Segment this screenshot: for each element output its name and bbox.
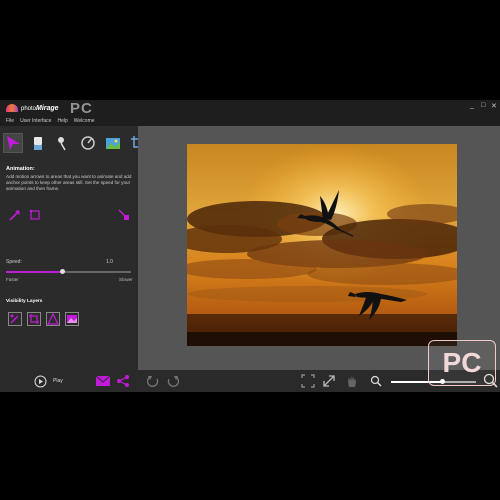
- image-layer-toggle[interactable]: [65, 312, 79, 326]
- share-button[interactable]: [116, 374, 130, 388]
- eraser-tool-icon: [34, 137, 42, 150]
- watermark-top: PC: [70, 100, 93, 117]
- logo-mark-icon: [6, 104, 18, 112]
- speed-slider[interactable]: [6, 269, 131, 274]
- play-button[interactable]: [34, 375, 47, 388]
- tool-row: [3, 133, 147, 153]
- menu-welcome[interactable]: Welcome: [74, 116, 95, 126]
- crop-layer-toggle[interactable]: [27, 312, 41, 326]
- eraser-tool-button[interactable]: [29, 134, 47, 152]
- maximize-button[interactable]: □: [481, 102, 485, 109]
- mask-layer-icon: [46, 312, 60, 326]
- visibility-title: Visibility Layers: [6, 299, 43, 304]
- motion-arrow-button[interactable]: [8, 208, 22, 222]
- overlay-image-tool-button[interactable]: [104, 134, 122, 152]
- email-button[interactable]: [96, 375, 110, 387]
- motion-layer-icon: [8, 312, 22, 326]
- image-layer-icon: [65, 312, 79, 326]
- redo-button[interactable]: [166, 374, 180, 388]
- menu-user-interface[interactable]: User Interface: [20, 116, 51, 126]
- anchor-point-tool-icon: [58, 137, 66, 151]
- speed-slider-fill: [6, 271, 63, 273]
- sunset-birds-image: [187, 144, 457, 346]
- speed-value[interactable]: 1.0: [106, 259, 113, 265]
- erase-motion-button[interactable]: [117, 208, 131, 222]
- pan-hand-button[interactable]: [345, 374, 359, 388]
- slower-label: Slower: [119, 277, 133, 282]
- play-label: Play: [53, 378, 63, 384]
- faster-label: Faster: [6, 277, 19, 282]
- anchor-point-tool-button[interactable]: [54, 134, 72, 152]
- hand-icon: [348, 376, 356, 387]
- play-icon: [34, 375, 47, 388]
- erase-motion-icon: [118, 209, 129, 220]
- stabilize-tool-icon: [81, 136, 95, 150]
- motion-arrow-icon: [9, 210, 20, 221]
- bottom-toolbar: Play: [0, 370, 500, 392]
- motion-arrow-tool-icon: [7, 136, 20, 150]
- minimize-button[interactable]: _: [470, 102, 474, 109]
- expand-icon: [323, 375, 335, 387]
- stabilize-tool-button[interactable]: [79, 134, 97, 152]
- title-bar: photoMirage PC _ □ ✕: [0, 100, 500, 117]
- undo-icon: [146, 376, 159, 387]
- menu-help[interactable]: Help: [57, 116, 67, 126]
- speed-label: Speed:: [6, 259, 22, 265]
- mask-layer-toggle[interactable]: [46, 312, 60, 326]
- app-logo: photoMirage: [6, 103, 59, 113]
- zoom-out-button[interactable]: [370, 375, 382, 387]
- logo-prefix: photo: [21, 105, 37, 112]
- animation-title: Animation:: [6, 166, 35, 172]
- zoom-out-icon: [370, 375, 382, 387]
- fit-screen-icon: [301, 374, 315, 388]
- speed-slider-knob[interactable]: [59, 269, 65, 274]
- anchor-points-icon: [29, 209, 40, 220]
- fit-to-screen-button[interactable]: [301, 374, 315, 388]
- motion-layer-toggle[interactable]: [8, 312, 22, 326]
- menu-bar: File User Interface Help Welcome: [0, 116, 500, 126]
- photo-canvas[interactable]: [187, 144, 457, 346]
- canvas-area[interactable]: [138, 126, 500, 370]
- expand-button[interactable]: [322, 374, 336, 388]
- watermark-bottom: PC: [428, 340, 496, 386]
- motion-arrow-tool-button[interactable]: [3, 133, 23, 153]
- redo-icon: [167, 376, 180, 387]
- crop-layer-icon: [27, 312, 41, 326]
- close-button[interactable]: ✕: [491, 102, 497, 110]
- anchor-points-button[interactable]: [28, 208, 42, 222]
- share-icon: [117, 375, 129, 387]
- logo-main: Mirage: [36, 104, 59, 112]
- email-icon: [96, 375, 110, 386]
- left-panel: Animation: Add motion arrows to areas th…: [0, 126, 145, 370]
- undo-button[interactable]: [146, 374, 160, 388]
- animation-description: Add motion arrows to areas that you want…: [6, 174, 132, 191]
- overlay-image-tool-icon: [106, 138, 120, 149]
- menu-file[interactable]: File: [6, 116, 14, 126]
- app-window: photoMirage PC _ □ ✕ File User Interface…: [0, 100, 500, 392]
